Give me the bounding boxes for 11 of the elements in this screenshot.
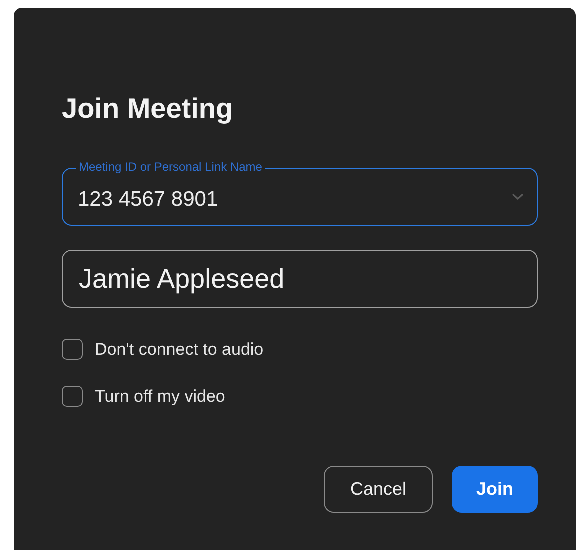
checkbox-label: Turn off my video: [95, 386, 226, 406]
meeting-id-field[interactable]: Meeting ID or Personal Link Name 123 4567 8901: [62, 160, 538, 226]
dialog-title: Join Meeting: [62, 92, 234, 126]
checkbox[interactable]: [62, 386, 83, 407]
cancel-button[interactable]: Cancel: [324, 466, 433, 513]
checkbox-label: Don't connect to audio: [95, 340, 264, 360]
field-value: 123 4567 8901: [78, 187, 218, 212]
checkbox[interactable]: [62, 339, 83, 360]
field-label: Meeting ID or Personal Link Name: [76, 160, 266, 174]
name-field[interactable]: Jamie Appleseed: [62, 250, 538, 308]
join-button[interactable]: Join: [452, 466, 538, 513]
